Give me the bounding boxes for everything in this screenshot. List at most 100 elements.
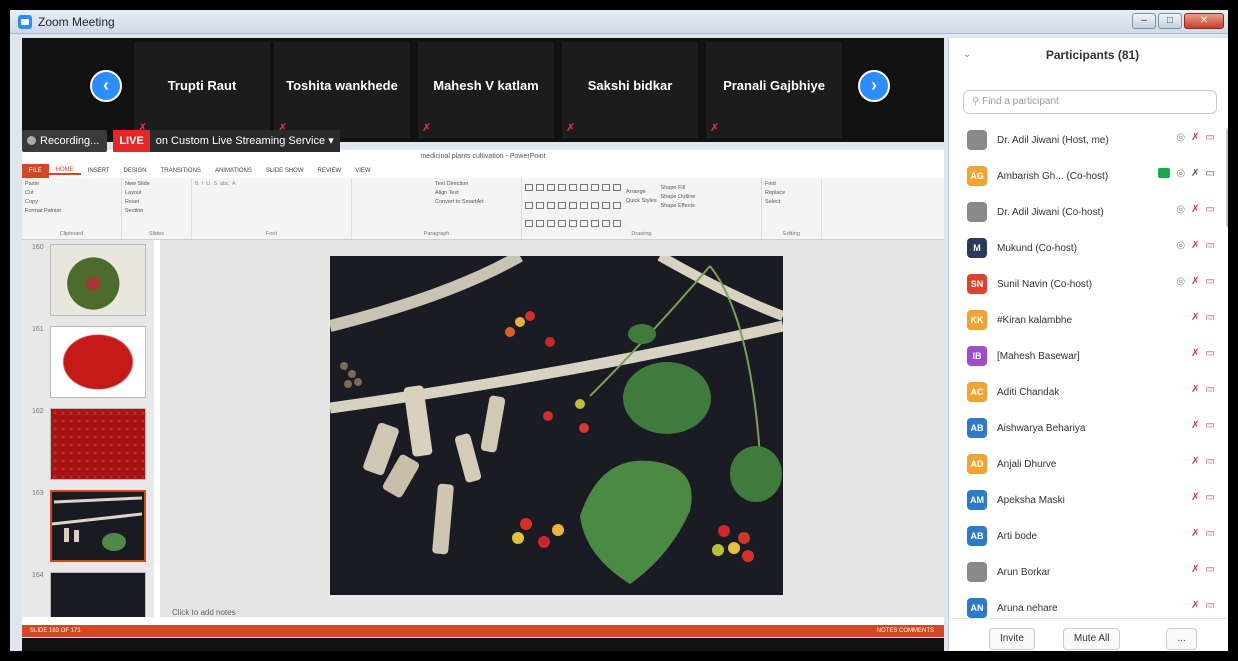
video-tile[interactable]: Pranali Gajbhiye ✗ bbox=[706, 42, 842, 138]
participant-row[interactable]: M Mukund (Co-host) ◎ ✗ ▭ bbox=[949, 230, 1225, 266]
muted-mic-icon[interactable]: ✗ bbox=[1191, 420, 1199, 431]
recording-indicator[interactable]: Recording... bbox=[22, 130, 108, 152]
quick-styles-button[interactable]: Quick Styles bbox=[626, 198, 657, 204]
participant-row[interactable]: AG Ambarish Gh... (Co-host) ◎ ✗ ▭ bbox=[949, 158, 1225, 194]
layout-button[interactable]: Layout bbox=[125, 190, 188, 196]
video-off-icon[interactable]: ▭ bbox=[1206, 204, 1215, 215]
current-slide[interactable] bbox=[330, 256, 783, 595]
muted-mic-icon[interactable]: ✗ bbox=[1191, 348, 1199, 359]
previous-page-button[interactable]: ‹ bbox=[90, 70, 122, 102]
muted-mic-icon[interactable]: ✗ bbox=[1191, 132, 1199, 143]
participant-row[interactable]: SN Sunil Navin (Co-host) ◎ ✗ ▭ bbox=[949, 266, 1225, 302]
muted-mic-icon[interactable]: ✗ bbox=[1191, 312, 1199, 323]
tab-home[interactable]: HOME bbox=[48, 167, 81, 175]
participant-row[interactable]: AM Apeksha Maski ✗ ▭ bbox=[949, 482, 1225, 518]
live-stream-service-dropdown[interactable]: on Custom Live Streaming Service ▾ bbox=[149, 130, 340, 152]
slide-thumbnail[interactable] bbox=[50, 408, 146, 480]
slide-thumbnail[interactable] bbox=[50, 244, 146, 316]
find-button[interactable]: Find bbox=[765, 181, 818, 187]
video-off-icon[interactable]: ▭ bbox=[1206, 276, 1215, 287]
muted-mic-icon[interactable]: ✗ bbox=[1191, 564, 1199, 575]
more-options-button[interactable]: ... bbox=[1166, 627, 1197, 650]
muted-mic-icon[interactable]: ✗ bbox=[1191, 492, 1199, 503]
muted-mic-icon[interactable]: ✗ bbox=[1191, 384, 1199, 395]
minimize-button[interactable]: – bbox=[1132, 13, 1156, 29]
video-tile[interactable]: Mahesh V katlam ✗ bbox=[418, 42, 554, 138]
muted-mic-icon[interactable]: ✗ bbox=[1191, 276, 1199, 287]
video-off-icon[interactable]: ▭ bbox=[1206, 420, 1215, 431]
text-direction-button[interactable]: Text Direction bbox=[435, 181, 518, 187]
participant-row[interactable]: AB Aishwarya Behariya ✗ ▭ bbox=[949, 410, 1225, 446]
video-off-icon[interactable]: ▭ bbox=[1206, 528, 1215, 539]
tab-review[interactable]: REVIEW bbox=[311, 168, 349, 174]
shared-screen-powerpoint: medicinal plants cultivation - PowerPoin… bbox=[22, 150, 944, 637]
video-off-icon[interactable]: ▭ bbox=[1206, 240, 1215, 251]
new-slide-button[interactable]: New Slide bbox=[125, 181, 188, 187]
muted-mic-icon[interactable]: ✗ bbox=[1191, 456, 1199, 467]
group-label: Paragraph bbox=[423, 231, 450, 237]
notes-pane[interactable]: Click to add notes bbox=[172, 608, 236, 617]
participant-row[interactable]: AD Anjali Dhurve ✗ ▭ bbox=[949, 446, 1225, 482]
reset-button[interactable]: Reset bbox=[125, 199, 188, 205]
video-tile[interactable]: Toshita wankhede ✗ bbox=[274, 42, 410, 138]
status-view-controls[interactable]: NOTES COMMENTS bbox=[877, 625, 934, 637]
tab-design[interactable]: DESIGN bbox=[117, 168, 154, 174]
muted-mic-icon[interactable]: ✗ bbox=[1191, 204, 1199, 215]
tab-animations[interactable]: ANIMATIONS bbox=[208, 168, 259, 174]
shape-effects-button[interactable]: Shape Effects bbox=[661, 203, 696, 209]
participant-list-scrollbar[interactable] bbox=[1226, 128, 1228, 228]
participant-row[interactable]: Dr. Adil Jiwani (Co-host) ◎ ✗ ▭ bbox=[949, 194, 1225, 230]
shape-fill-button[interactable]: Shape Fill bbox=[661, 185, 696, 191]
video-off-icon[interactable]: ▭ bbox=[1206, 312, 1215, 323]
tab-slide-show[interactable]: SLIDE SHOW bbox=[259, 168, 311, 174]
participant-row[interactable]: Arun Borkar ✗ ▭ bbox=[949, 554, 1225, 590]
copy-button[interactable]: Copy bbox=[25, 199, 118, 205]
tab-view[interactable]: VIEW bbox=[348, 168, 377, 174]
format-painter-button[interactable]: Format Painter bbox=[25, 208, 118, 214]
muted-mic-icon[interactable]: ✗ bbox=[1191, 168, 1199, 179]
font-controls[interactable]: B I U S abc A bbox=[195, 181, 348, 187]
slide-thumbnail[interactable] bbox=[50, 572, 146, 617]
shape-outline-button[interactable]: Shape Outline bbox=[661, 194, 696, 200]
replace-button[interactable]: Replace bbox=[765, 190, 818, 196]
tab-insert[interactable]: INSERT bbox=[81, 168, 117, 174]
mute-all-button[interactable]: Mute All bbox=[1062, 627, 1121, 650]
participant-search-input[interactable]: ⚲ Find a participant bbox=[963, 90, 1217, 114]
slide-editing-area bbox=[160, 240, 944, 617]
muted-mic-icon[interactable]: ✗ bbox=[1191, 240, 1199, 251]
video-tile[interactable]: Sakshi bidkar ✗ bbox=[562, 42, 698, 138]
video-off-icon[interactable]: ▭ bbox=[1206, 168, 1215, 179]
video-off-icon[interactable]: ▭ bbox=[1206, 564, 1215, 575]
muted-mic-icon[interactable]: ✗ bbox=[1191, 528, 1199, 539]
paste-button[interactable]: Paste bbox=[25, 181, 118, 187]
align-text-button[interactable]: Align Text bbox=[435, 190, 518, 196]
participant-row[interactable]: AB Arti bode ✗ ▭ bbox=[949, 518, 1225, 554]
video-off-icon[interactable]: ▭ bbox=[1206, 600, 1215, 611]
video-off-icon[interactable]: ▭ bbox=[1206, 348, 1215, 359]
collapse-chevron-icon[interactable]: ⌄ bbox=[963, 38, 971, 72]
video-off-icon[interactable]: ▭ bbox=[1206, 132, 1215, 143]
tab-file[interactable]: FILE bbox=[22, 164, 49, 178]
section-button[interactable]: Section bbox=[125, 208, 188, 214]
convert-smartart-button[interactable]: Convert to SmartArt bbox=[435, 199, 518, 205]
slide-thumbnail[interactable] bbox=[50, 326, 146, 398]
slide-thumbnail-selected[interactable] bbox=[50, 490, 146, 562]
participant-row[interactable]: KK #Kiran kalambhe ✗ ▭ bbox=[949, 302, 1225, 338]
close-button[interactable]: ✕ bbox=[1184, 13, 1224, 29]
participant-row[interactable]: IB [Mahesh Basewar] ✗ ▭ bbox=[949, 338, 1225, 374]
invite-button[interactable]: Invite bbox=[989, 627, 1035, 650]
muted-mic-icon[interactable]: ✗ bbox=[1191, 600, 1199, 611]
cut-button[interactable]: Cut bbox=[25, 190, 118, 196]
shapes-gallery[interactable] bbox=[525, 184, 622, 236]
video-off-icon[interactable]: ▭ bbox=[1206, 492, 1215, 503]
video-off-icon[interactable]: ▭ bbox=[1206, 384, 1215, 395]
next-page-button[interactable]: › bbox=[858, 70, 890, 102]
arrange-button[interactable]: Arrange bbox=[626, 189, 657, 195]
video-tile[interactable]: Trupti Raut ✗ bbox=[134, 42, 270, 138]
participant-row[interactable]: Dr. Adil Jiwani (Host, me) ◎ ✗ ▭ bbox=[949, 122, 1225, 158]
maximize-button[interactable]: □ bbox=[1158, 13, 1182, 29]
participant-row[interactable]: AC Aditi Chandak ✗ ▭ bbox=[949, 374, 1225, 410]
tab-transitions[interactable]: TRANSITIONS bbox=[154, 168, 208, 174]
video-off-icon[interactable]: ▭ bbox=[1206, 456, 1215, 467]
select-button[interactable]: Select bbox=[765, 199, 818, 205]
